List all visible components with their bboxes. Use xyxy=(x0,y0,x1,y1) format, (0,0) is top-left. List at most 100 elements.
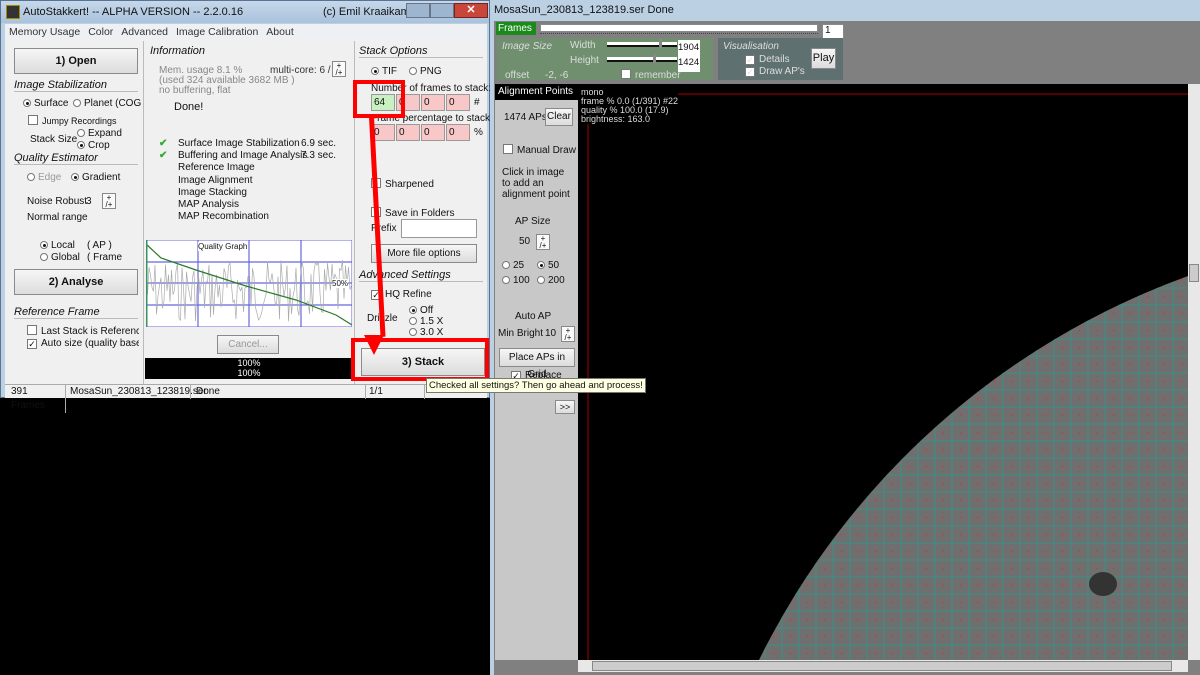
width-label: Width xyxy=(570,40,596,51)
offset-label: offset xyxy=(505,70,530,81)
vertical-scrollbar[interactable] xyxy=(1188,84,1200,660)
image-stabilization-heading: Image Stabilization xyxy=(14,79,138,92)
ap-size-25-radio[interactable] xyxy=(502,261,510,269)
step-label: Reference Image xyxy=(178,162,255,174)
frames-field-3[interactable]: 0 xyxy=(421,94,445,111)
analyse-button[interactable]: 2) Analyse xyxy=(14,269,138,295)
image-overlay-info: mono frame % 0.0 (1/391) #22 quality % 1… xyxy=(581,88,679,124)
process-step: Reference Image xyxy=(155,162,355,174)
ap-size-50-radio[interactable] xyxy=(537,261,545,269)
process-step: Image Stacking xyxy=(155,187,355,199)
surface-radio[interactable] xyxy=(23,99,31,107)
place-aps-grid-button[interactable]: Place APs in Grid xyxy=(499,348,575,380)
width-slider[interactable] xyxy=(607,39,677,48)
ap-size-stepper-icon[interactable]: +/+ xyxy=(536,234,550,250)
menu-about[interactable]: About xyxy=(266,26,293,38)
stack-options-heading: Stack Options xyxy=(359,45,483,58)
prefix-input[interactable] xyxy=(401,219,477,238)
drizzle-15-radio[interactable] xyxy=(409,317,417,325)
minimize-button[interactable] xyxy=(406,3,430,18)
auto-size-label: Auto size (quality based xyxy=(41,338,139,349)
expand-radio[interactable] xyxy=(77,129,85,137)
step-label: MAP Analysis xyxy=(178,198,239,210)
manual-draw-label: Manual Draw xyxy=(517,145,576,156)
frames-unit: # xyxy=(474,97,480,108)
tif-radio[interactable] xyxy=(371,67,379,75)
pct-field-4[interactable]: 0 xyxy=(446,124,470,141)
draw-aps-checkbox[interactable]: ✓ xyxy=(745,67,755,77)
surface-label: Surface xyxy=(34,98,69,109)
menu-advanced[interactable]: Advanced xyxy=(121,26,168,38)
width-value: 1904 xyxy=(678,42,700,53)
horizontal-scrollbar[interactable] xyxy=(578,660,1188,672)
ap-count: 1474 APs xyxy=(504,112,547,123)
png-radio[interactable] xyxy=(409,67,417,75)
solar-image-canvas[interactable] xyxy=(578,84,1188,660)
noise-robust-value: 3 xyxy=(86,196,92,207)
min-bright-stepper-icon[interactable]: +/+ xyxy=(561,326,575,342)
multicore-label: multi-core: 6 / 8 xyxy=(270,65,339,76)
save-folders-label: Save in Folders xyxy=(385,208,455,219)
step-label: Image Stacking xyxy=(178,186,247,198)
details-checkbox[interactable]: ✓ xyxy=(745,55,755,65)
frame-number-input[interactable]: 1 xyxy=(822,24,844,39)
clear-aps-button[interactable]: Clear xyxy=(545,108,573,126)
done-label: Done! xyxy=(174,101,204,113)
height-label: Height xyxy=(570,55,599,66)
multicore-stepper-icon[interactable]: +/+ xyxy=(332,61,346,77)
more-file-options-button[interactable]: More file options xyxy=(371,244,477,263)
menu-memory-usage[interactable]: Memory Usage xyxy=(9,26,80,38)
frame-slider[interactable] xyxy=(540,24,818,32)
sunspot xyxy=(1089,572,1117,596)
more-button[interactable]: >> xyxy=(555,400,575,414)
step-time: 6.9 sec. xyxy=(301,138,337,149)
height-value: 1424 xyxy=(678,57,700,68)
global-radio[interactable] xyxy=(40,253,48,261)
crop-radio[interactable] xyxy=(77,141,85,149)
play-button[interactable]: Play xyxy=(811,48,836,69)
step-label: Surface Image Stabilization xyxy=(178,138,300,149)
pct-field-3[interactable]: 0 xyxy=(421,124,445,141)
close-button[interactable]: ✕ xyxy=(454,3,488,18)
menu-image-calibration[interactable]: Image Calibration xyxy=(176,26,258,38)
last-stack-checkbox[interactable] xyxy=(27,325,37,335)
ap-size-100-radio[interactable] xyxy=(502,276,510,284)
menu-color[interactable]: Color xyxy=(88,26,113,38)
process-step: Image Alignment xyxy=(155,175,355,187)
drizzle-30-radio[interactable] xyxy=(409,328,417,336)
planet-label: Planet (COG xyxy=(84,98,142,109)
noise-stepper-icon[interactable]: +/+ xyxy=(102,193,116,209)
gradient-radio[interactable] xyxy=(71,173,79,181)
ap-size-100-label: 100 xyxy=(513,275,530,286)
jumpy-checkbox[interactable] xyxy=(28,115,38,125)
edge-radio[interactable] xyxy=(27,173,35,181)
local-radio[interactable] xyxy=(40,241,48,249)
step-time: 7.3 sec. xyxy=(301,150,337,162)
drizzle-off-label: Off xyxy=(420,305,434,316)
frames-label: Frames xyxy=(496,22,536,35)
drizzle-off-radio[interactable] xyxy=(409,306,417,314)
last-stack-label: Last Stack is Reference xyxy=(41,326,139,337)
ap-size-50-label: 50 xyxy=(548,260,560,271)
auto-size-checkbox[interactable]: ✓ xyxy=(27,339,37,349)
remember-checkbox[interactable] xyxy=(621,69,631,79)
stack-size-label: Stack Size xyxy=(30,134,78,145)
height-slider[interactable] xyxy=(607,54,677,63)
manual-draw-checkbox[interactable] xyxy=(503,144,513,154)
frames-field-4[interactable]: 0 xyxy=(446,94,470,111)
process-step: MAP Recombination xyxy=(155,211,355,223)
alignment-points-heading: Alignment Points xyxy=(495,84,578,100)
visualisation-heading: Visualisation xyxy=(723,41,779,52)
ap-size-200-radio[interactable] xyxy=(537,276,545,284)
open-button[interactable]: 1) Open xyxy=(14,48,138,74)
cancel-button[interactable]: Cancel... xyxy=(217,335,279,354)
expand-label: Expand xyxy=(88,128,122,139)
planet-radio[interactable] xyxy=(73,99,81,107)
window-title: AutoStakkert! -- ALPHA VERSION -- 2.2.0.… xyxy=(23,6,244,18)
quality-graph xyxy=(146,240,352,327)
crop-label: Crop xyxy=(88,140,110,151)
maximize-button[interactable] xyxy=(430,3,454,18)
quality-graph-title: Quality Graph xyxy=(198,242,248,251)
pct-field-2[interactable]: 0 xyxy=(396,124,420,141)
alignment-points-panel: Alignment Points 1474 APs Clear Manual D… xyxy=(495,84,578,660)
